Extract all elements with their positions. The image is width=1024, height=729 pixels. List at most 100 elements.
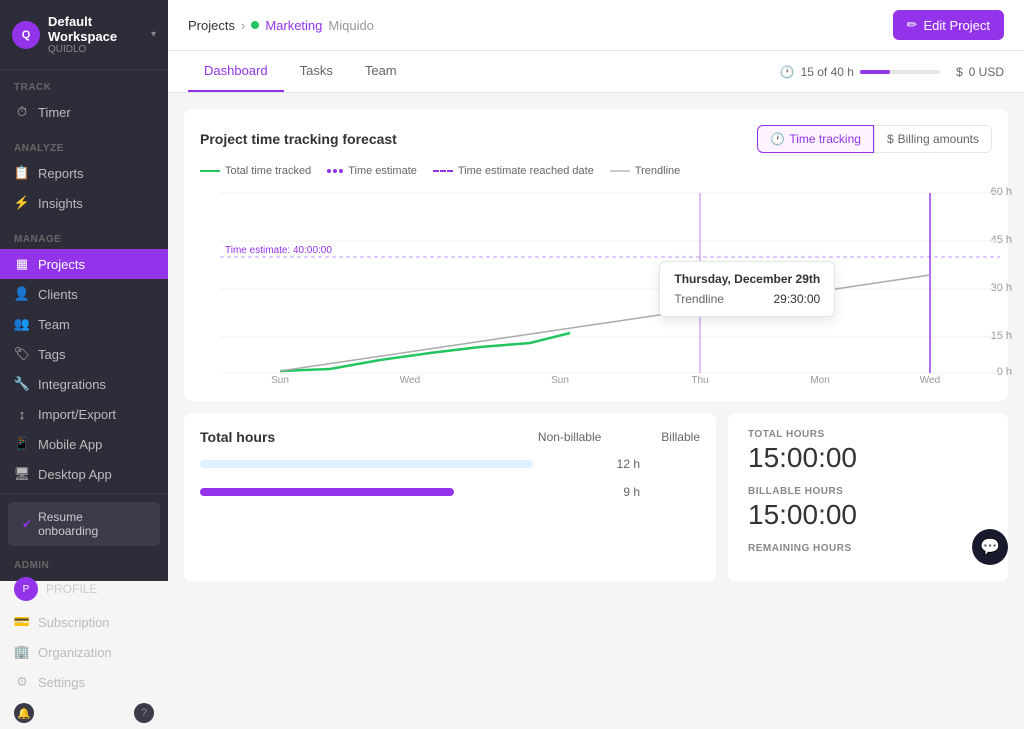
progress-text: 15 of 40 h xyxy=(801,65,854,79)
workspace-header[interactable]: Q Default Workspace QUIDLO ▾ xyxy=(0,0,168,70)
non-billable-label: Non-billable xyxy=(538,430,601,444)
toggle-time-tracking[interactable]: 🕐 Time tracking xyxy=(757,125,874,153)
chart-legend: Total time tracked Time estimate Time es… xyxy=(200,165,992,177)
manage-section: MANAGE ▦ Projects 👤 Clients 👥 Team 🏷 Tag… xyxy=(0,222,168,493)
track-section: TRACK ⏱ Timer xyxy=(0,70,168,131)
chart-wrapper: 60 h 45 h 30 h 15 h 0 h Time estimate: 4… xyxy=(200,185,992,385)
bar-area-2 xyxy=(200,488,623,496)
sidebar-item-insights[interactable]: ⚡ Insights xyxy=(0,188,168,218)
svg-text:Mon: Mon xyxy=(810,375,829,385)
team-icon: 👥 xyxy=(14,316,30,332)
legend-gray-line xyxy=(610,170,630,172)
profile-label: PROFILE xyxy=(46,582,97,596)
chart-svg: 60 h 45 h 30 h 15 h 0 h Time estimate: 4… xyxy=(200,185,1020,385)
billable-label: Billable xyxy=(661,430,700,444)
tab-team[interactable]: Team xyxy=(349,51,413,92)
non-billable-val-1: 12 h xyxy=(617,457,640,471)
chat-bubble-button[interactable]: 💬 xyxy=(972,529,1008,565)
progress-bar-fill xyxy=(860,70,890,74)
bottom-row: Total hours Non-billable Billable 12 h xyxy=(184,413,1008,581)
dollar-small-icon: $ xyxy=(887,132,894,146)
tags-icon: 🏷 xyxy=(14,346,30,362)
svg-text:Time estimate: 40:00:00: Time estimate: 40:00:00 xyxy=(225,245,332,256)
chat-icon: 💬 xyxy=(980,537,1000,557)
resume-onboarding-button[interactable]: ✔ Resume onboarding xyxy=(8,502,160,546)
svg-text:30 h: 30 h xyxy=(991,282,1012,294)
sidebar-item-organization[interactable]: 🏢 Organization xyxy=(0,637,168,667)
bottom-actions: 🔔 ? xyxy=(0,697,168,729)
hours-columns: Non-billable Billable xyxy=(538,430,700,444)
main-content: Projects › Marketing Miquido ✏ Edit Proj… xyxy=(168,0,1024,581)
total-hours-stat-label: TOTAL HOURS xyxy=(748,429,988,440)
billable-hours-stat-value: 15:00:00 xyxy=(748,499,988,531)
sidebar-item-reports[interactable]: 📋 Reports xyxy=(0,158,168,188)
tab-tasks[interactable]: Tasks xyxy=(284,51,349,92)
import-export-icon: ↕ xyxy=(14,406,30,422)
notification-icon[interactable]: 🔔 xyxy=(14,703,34,723)
topbar: Projects › Marketing Miquido ✏ Edit Proj… xyxy=(168,0,1024,51)
breadcrumb-projects[interactable]: Projects xyxy=(188,18,235,33)
sidebar: Q Default Workspace QUIDLO ▾ TRACK ⏱ Tim… xyxy=(0,0,168,581)
clock-icon: 🕐 xyxy=(780,65,795,79)
non-billable-val-2: 9 h xyxy=(623,485,640,499)
total-hours-card: Total hours Non-billable Billable 12 h xyxy=(184,413,716,581)
chart-card: Project time tracking forecast 🕐 Time tr… xyxy=(184,109,1008,401)
legend-time-estimate: Time estimate xyxy=(327,165,417,177)
stat-total-hours: TOTAL HOURS 15:00:00 xyxy=(748,429,988,474)
breadcrumb: Projects › Marketing Miquido xyxy=(188,18,374,33)
insights-icon: ⚡ xyxy=(14,195,30,211)
subscription-icon: 💳 xyxy=(14,614,30,630)
svg-text:0 h: 0 h xyxy=(997,366,1012,378)
time-progress: 🕐 15 of 40 h xyxy=(780,65,940,79)
bar-1 xyxy=(200,460,533,468)
hours-row-2: 9 h xyxy=(200,485,700,499)
progress-bar xyxy=(860,70,940,74)
legend-dashed-line xyxy=(433,170,453,172)
total-hours-stat-value: 15:00:00 xyxy=(748,442,988,474)
breadcrumb-separator: › xyxy=(241,18,245,33)
svg-text:Thu: Thu xyxy=(691,375,708,385)
tab-group: Dashboard Tasks Team xyxy=(188,51,413,92)
project-status-dot xyxy=(251,21,259,29)
chart-toggle-group: 🕐 Time tracking $ Billing amounts xyxy=(757,125,992,153)
legend-dots xyxy=(327,169,343,173)
stat-billable-hours: BILLABLE HOURS 15:00:00 xyxy=(748,486,988,531)
clients-icon: 👤 xyxy=(14,286,30,302)
sidebar-item-settings[interactable]: ⚙ Settings xyxy=(0,667,168,697)
organization-icon: 🏢 xyxy=(14,644,30,660)
sidebar-item-integrations[interactable]: 🔧 Integrations xyxy=(0,369,168,399)
sidebar-item-subscription[interactable]: 💳 Subscription xyxy=(0,607,168,637)
chart-header: Project time tracking forecast 🕐 Time tr… xyxy=(200,125,992,153)
sidebar-bottom: ✔ Resume onboarding ADMIN P PROFILE 💳 Su… xyxy=(0,493,168,729)
sidebar-item-mobile-app[interactable]: 📱 Mobile App xyxy=(0,429,168,459)
sidebar-item-desktop-app[interactable]: 🖥 Desktop App xyxy=(0,459,168,489)
help-icon[interactable]: ? xyxy=(134,703,154,723)
sidebar-item-timer[interactable]: ⏱ Timer xyxy=(0,97,168,127)
hours-val-row-2: 9 h xyxy=(623,485,700,499)
tab-dashboard[interactable]: Dashboard xyxy=(188,51,284,92)
svg-text:Sun: Sun xyxy=(271,375,289,385)
stat-remaining-hours: REMAINING HOURS xyxy=(748,543,988,554)
svg-text:15 h: 15 h xyxy=(991,330,1012,342)
profile-row: P PROFILE xyxy=(0,577,168,607)
sidebar-item-team[interactable]: 👥 Team xyxy=(0,309,168,339)
billable-hours-stat-label: BILLABLE HOURS xyxy=(748,486,988,497)
workspace-name: Default Workspace xyxy=(48,14,143,44)
workspace-info: Default Workspace QUIDLO xyxy=(48,14,143,55)
sidebar-item-import-export[interactable]: ↕ Import/Export xyxy=(0,399,168,429)
chart-title: Project time tracking forecast xyxy=(200,131,397,147)
edit-project-button[interactable]: ✏ Edit Project xyxy=(893,10,1004,40)
dollar-icon: $ xyxy=(956,65,963,79)
sidebar-item-clients[interactable]: 👤 Clients xyxy=(0,279,168,309)
tab-meta: 🕐 15 of 40 h $ 0 USD xyxy=(780,57,1004,87)
toggle-billing-amounts[interactable]: $ Billing amounts xyxy=(874,125,992,153)
dashboard: Project time tracking forecast 🕐 Time tr… xyxy=(168,93,1024,581)
breadcrumb-marketing[interactable]: Marketing xyxy=(265,18,322,33)
sidebar-item-projects[interactable]: ▦ Projects xyxy=(0,249,168,279)
sidebar-item-tags[interactable]: 🏷 Tags xyxy=(0,339,168,369)
nav-tabs: Dashboard Tasks Team 🕐 15 of 40 h $ 0 US… xyxy=(168,51,1024,93)
svg-text:Sun: Sun xyxy=(551,375,569,385)
legend-estimate-reached: Time estimate reached date xyxy=(433,165,594,177)
desktop-app-icon: 🖥 xyxy=(14,466,30,482)
analyze-section: ANALYZE 📋 Reports ⚡ Insights xyxy=(0,131,168,222)
